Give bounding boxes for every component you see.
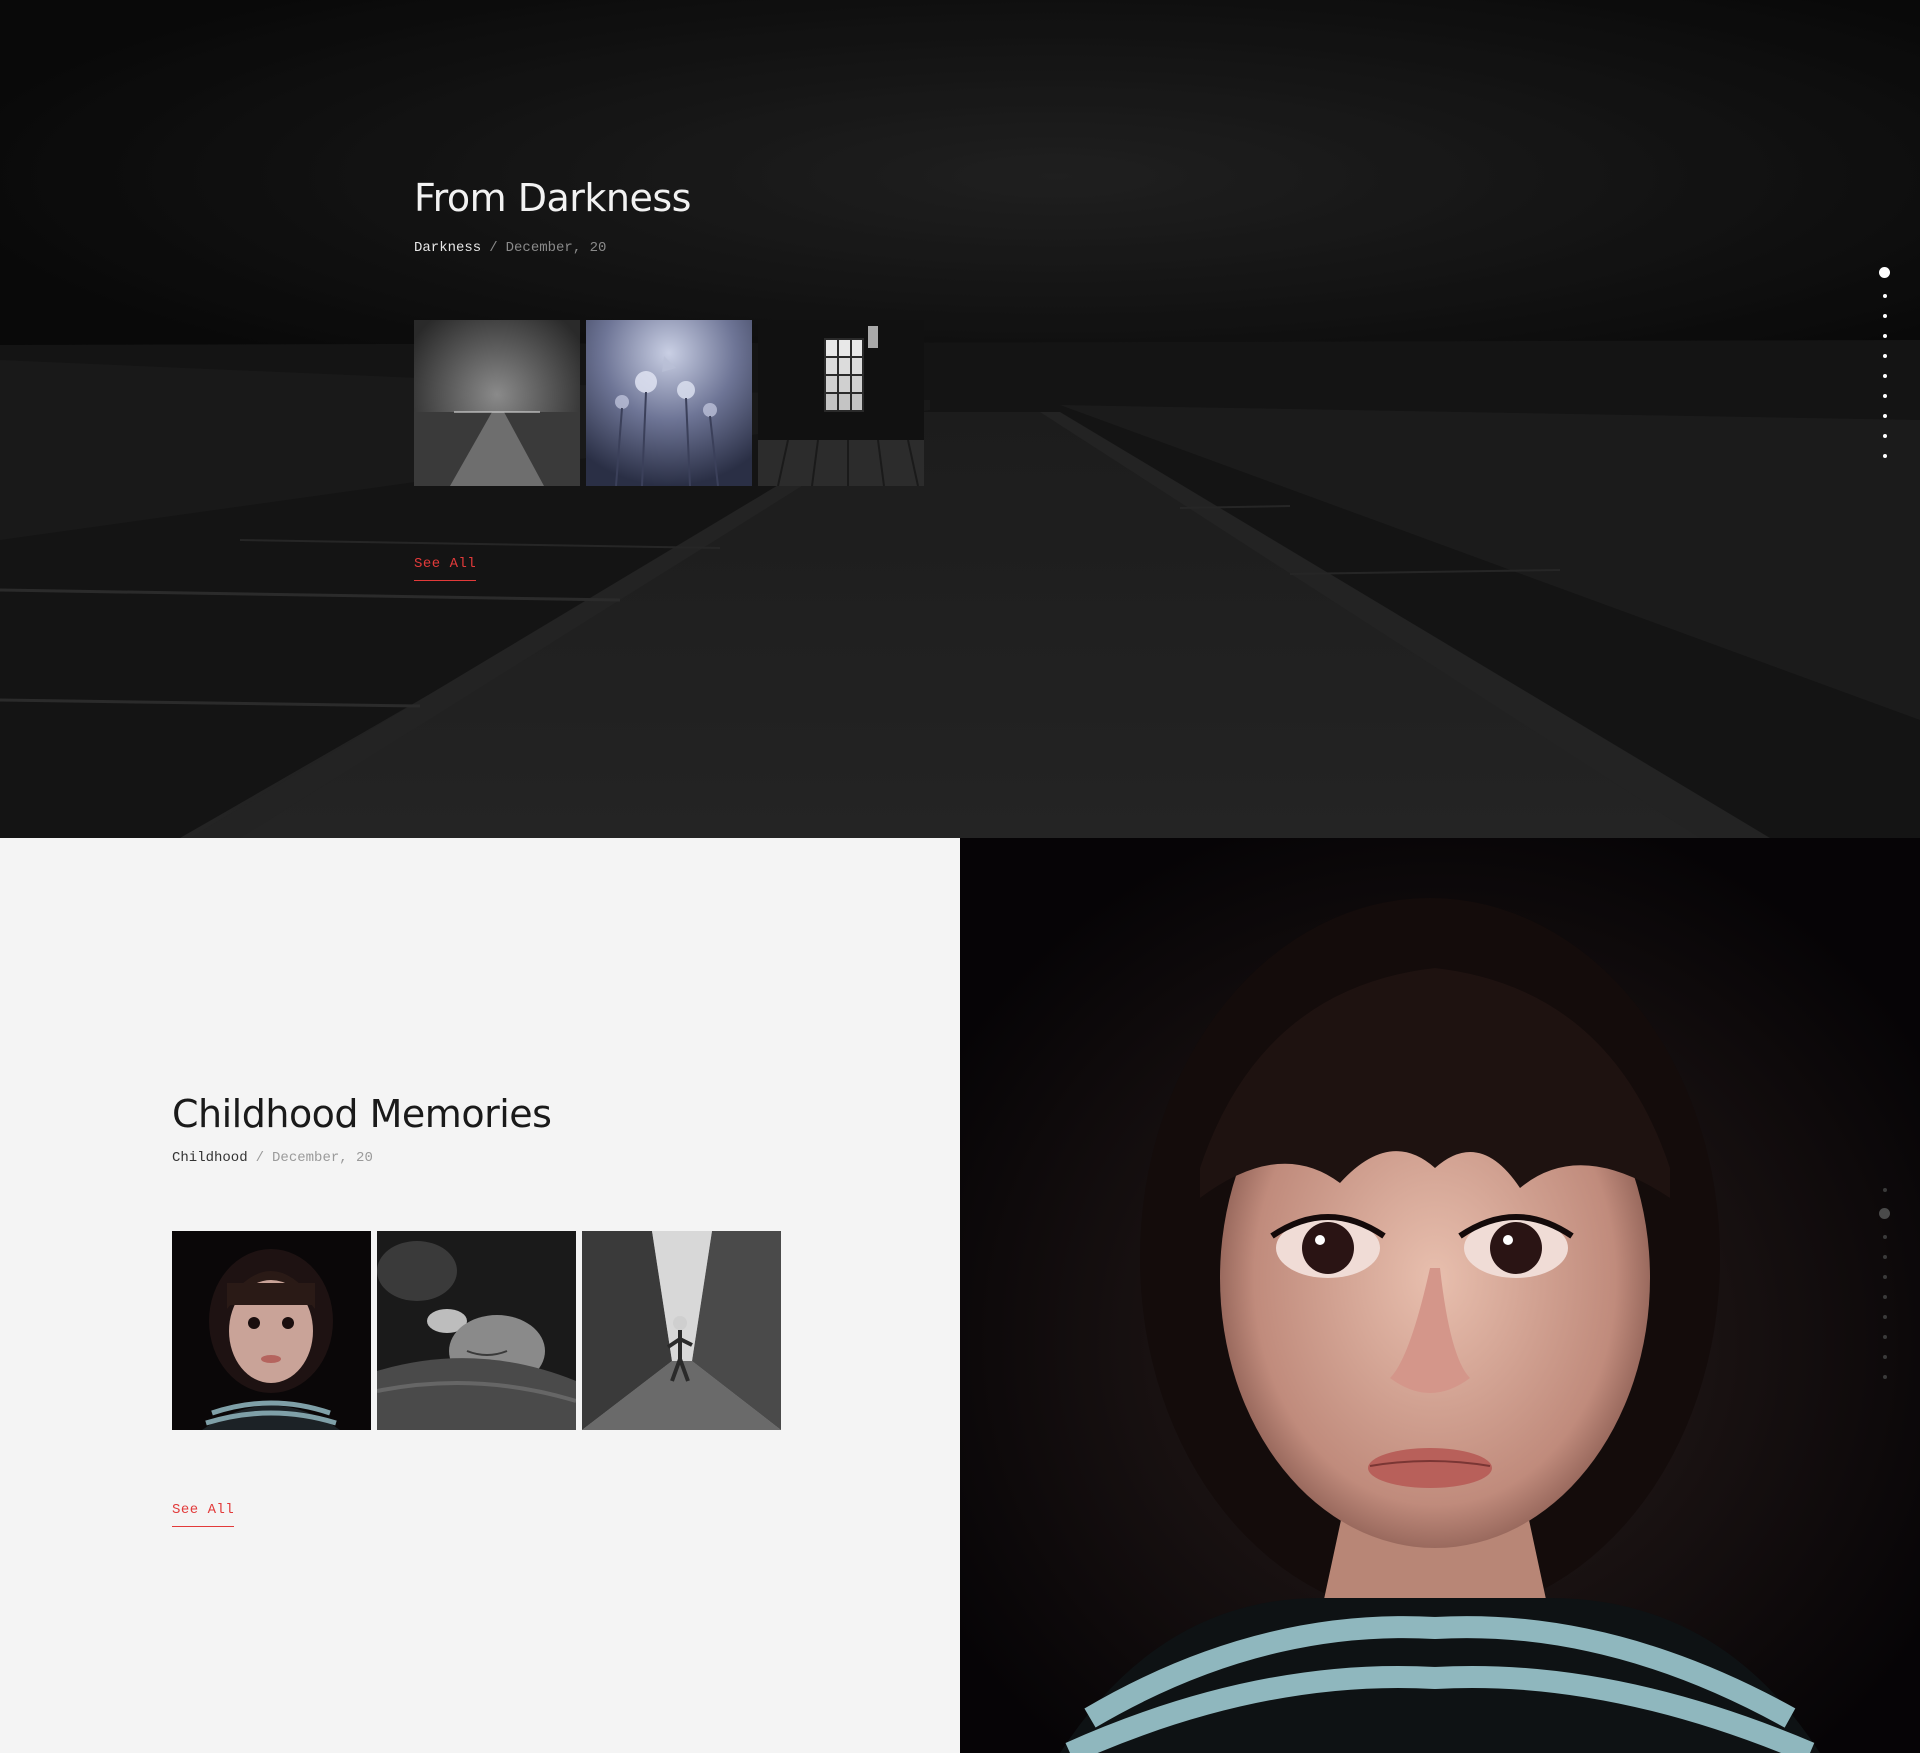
nav-dot-2[interactable]	[1879, 1208, 1890, 1219]
nav-dot-1[interactable]	[1879, 267, 1890, 278]
thumbnail-gallery	[414, 320, 924, 486]
nav-dot-4[interactable]	[1882, 1255, 1887, 1259]
post-meta: Childhood / December, 20	[172, 1150, 373, 1166]
post-meta: Darkness / December, 20	[414, 240, 606, 256]
section-title: Childhood Memories	[172, 1092, 552, 1136]
nav-dot-9[interactable]	[1882, 1355, 1887, 1359]
nav-dot-6[interactable]	[1882, 1295, 1887, 1299]
childhood-section: Childhood Memories Childhood / December, 2…	[0, 838, 960, 1753]
thumbnail-gallery	[172, 1231, 781, 1430]
girl-portrait-thumbnail[interactable]	[172, 1231, 371, 1430]
section-title: From Darkness	[414, 176, 691, 220]
featured-portrait-image	[960, 838, 1920, 1753]
nav-dot-10[interactable]	[1882, 454, 1887, 458]
nav-dot-8[interactable]	[1882, 414, 1887, 418]
section-dot-navigation	[1879, 267, 1890, 458]
nav-dot-3[interactable]	[1882, 1235, 1887, 1239]
nav-dot-1[interactable]	[1882, 1188, 1887, 1192]
see-all-link[interactable]: See All	[414, 556, 477, 581]
sleeping-child-thumbnail[interactable]	[377, 1231, 576, 1430]
category-link[interactable]: Darkness	[414, 240, 481, 256]
road-background-image	[0, 0, 1920, 838]
nav-dot-6[interactable]	[1882, 374, 1887, 378]
running-child-thumbnail[interactable]	[582, 1231, 781, 1430]
nav-dot-5[interactable]	[1882, 1275, 1887, 1279]
misty-road-thumbnail[interactable]	[414, 320, 580, 486]
darkness-section: From Darkness Darkness / December, 20 Se…	[0, 0, 1920, 838]
post-date: December, 20	[505, 240, 607, 256]
nav-dot-7[interactable]	[1882, 394, 1887, 398]
nav-dot-8[interactable]	[1882, 1335, 1887, 1339]
nav-dot-4[interactable]	[1882, 334, 1887, 338]
see-all-link[interactable]: See All	[172, 1502, 235, 1527]
nav-dot-3[interactable]	[1882, 314, 1887, 318]
nav-dot-5[interactable]	[1882, 354, 1887, 358]
section-dot-navigation	[1879, 1188, 1890, 1379]
nav-dot-7[interactable]	[1882, 1315, 1887, 1319]
nav-dot-9[interactable]	[1882, 434, 1887, 438]
girl-portrait-image	[960, 838, 1920, 1753]
category-link[interactable]: Childhood	[172, 1150, 248, 1166]
post-date: December, 20	[272, 1150, 373, 1166]
nav-dot-2[interactable]	[1882, 294, 1887, 298]
nav-dot-10[interactable]	[1882, 1375, 1887, 1379]
meta-separator: /	[255, 1150, 265, 1166]
dark-window-thumbnail[interactable]	[758, 320, 924, 486]
meta-separator: /	[489, 240, 498, 256]
dandelion-thumbnail[interactable]	[586, 320, 752, 486]
